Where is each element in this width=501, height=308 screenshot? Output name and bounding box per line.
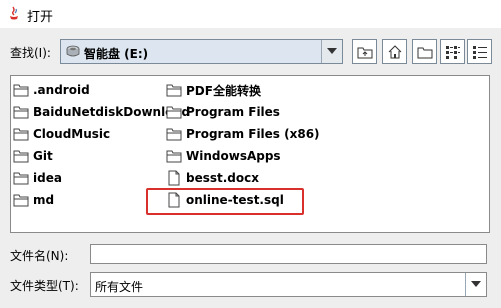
folder-icon — [13, 128, 29, 141]
list-item-label: Program Files (x86) — [186, 127, 320, 141]
list-item-label: idea — [33, 171, 62, 185]
list-item[interactable]: idea — [13, 168, 62, 188]
folder-up-icon — [357, 47, 373, 59]
folder-icon — [166, 84, 182, 97]
details-view-icon — [473, 46, 487, 59]
list-item-label: besst.docx — [186, 171, 259, 185]
list-item[interactable]: PDF全能转换 — [166, 80, 261, 100]
up-one-level-button[interactable] — [352, 39, 377, 64]
list-item[interactable]: WindowsApps — [166, 146, 281, 166]
list-item[interactable]: md — [13, 190, 54, 210]
drive-icon — [66, 45, 80, 57]
filetype-dropdown-button[interactable] — [465, 273, 486, 296]
list-item-label: WindowsApps — [186, 149, 281, 163]
list-item[interactable]: CloudMusic — [13, 124, 110, 144]
list-item-label: .android — [33, 83, 90, 97]
list-item[interactable]: Git — [13, 146, 53, 166]
title-bar: 打开 — [0, 0, 501, 28]
list-item[interactable]: BaiduNetdiskDownload — [13, 102, 190, 122]
folder-icon — [13, 84, 29, 97]
java-app-icon — [10, 6, 18, 20]
folder-icon — [13, 106, 29, 119]
lookin-combo[interactable]: 智能盘 (E:) — [60, 39, 343, 64]
folder-icon — [166, 128, 182, 141]
list-item[interactable]: Program Files (x86) — [166, 124, 320, 144]
filename-input[interactable] — [90, 244, 487, 264]
lookin-label: 查找(I): — [10, 46, 51, 60]
list-view-icon — [446, 46, 460, 59]
list-view-button[interactable] — [440, 39, 465, 64]
list-item-label: Git — [33, 149, 53, 163]
list-item-label: PDF全能转换 — [186, 83, 261, 98]
filetype-label: 文件类型(T): — [10, 279, 79, 293]
lookin-dropdown-button[interactable] — [321, 40, 342, 63]
new-folder-button[interactable] — [412, 39, 437, 64]
list-item[interactable]: Program Files — [166, 102, 280, 122]
folder-icon — [13, 194, 29, 207]
lookin-value: 智能盘 (E:) — [84, 47, 149, 61]
filename-label: 文件名(N): — [10, 249, 69, 263]
details-view-button[interactable] — [467, 39, 492, 64]
chevron-down-icon — [471, 281, 481, 287]
folder-icon — [13, 172, 29, 185]
folder-icon — [13, 150, 29, 163]
highlight-box — [146, 188, 304, 215]
list-item[interactable]: .android — [13, 80, 90, 100]
new-folder-icon — [417, 47, 433, 59]
chevron-down-icon — [327, 48, 337, 54]
file-icon — [168, 170, 180, 186]
list-item-label: CloudMusic — [33, 127, 111, 141]
list-item-label: md — [33, 193, 55, 207]
home-icon — [388, 45, 402, 59]
filetype-value: 所有文件 — [95, 280, 144, 294]
home-button[interactable] — [382, 39, 407, 64]
folder-icon — [166, 106, 182, 119]
list-item-label: Program Files — [186, 105, 280, 119]
folder-icon — [166, 150, 182, 163]
list-item[interactable]: besst.docx — [166, 168, 259, 188]
window-title: 打开 — [27, 10, 54, 25]
filetype-combo[interactable]: 所有文件 — [90, 272, 487, 297]
